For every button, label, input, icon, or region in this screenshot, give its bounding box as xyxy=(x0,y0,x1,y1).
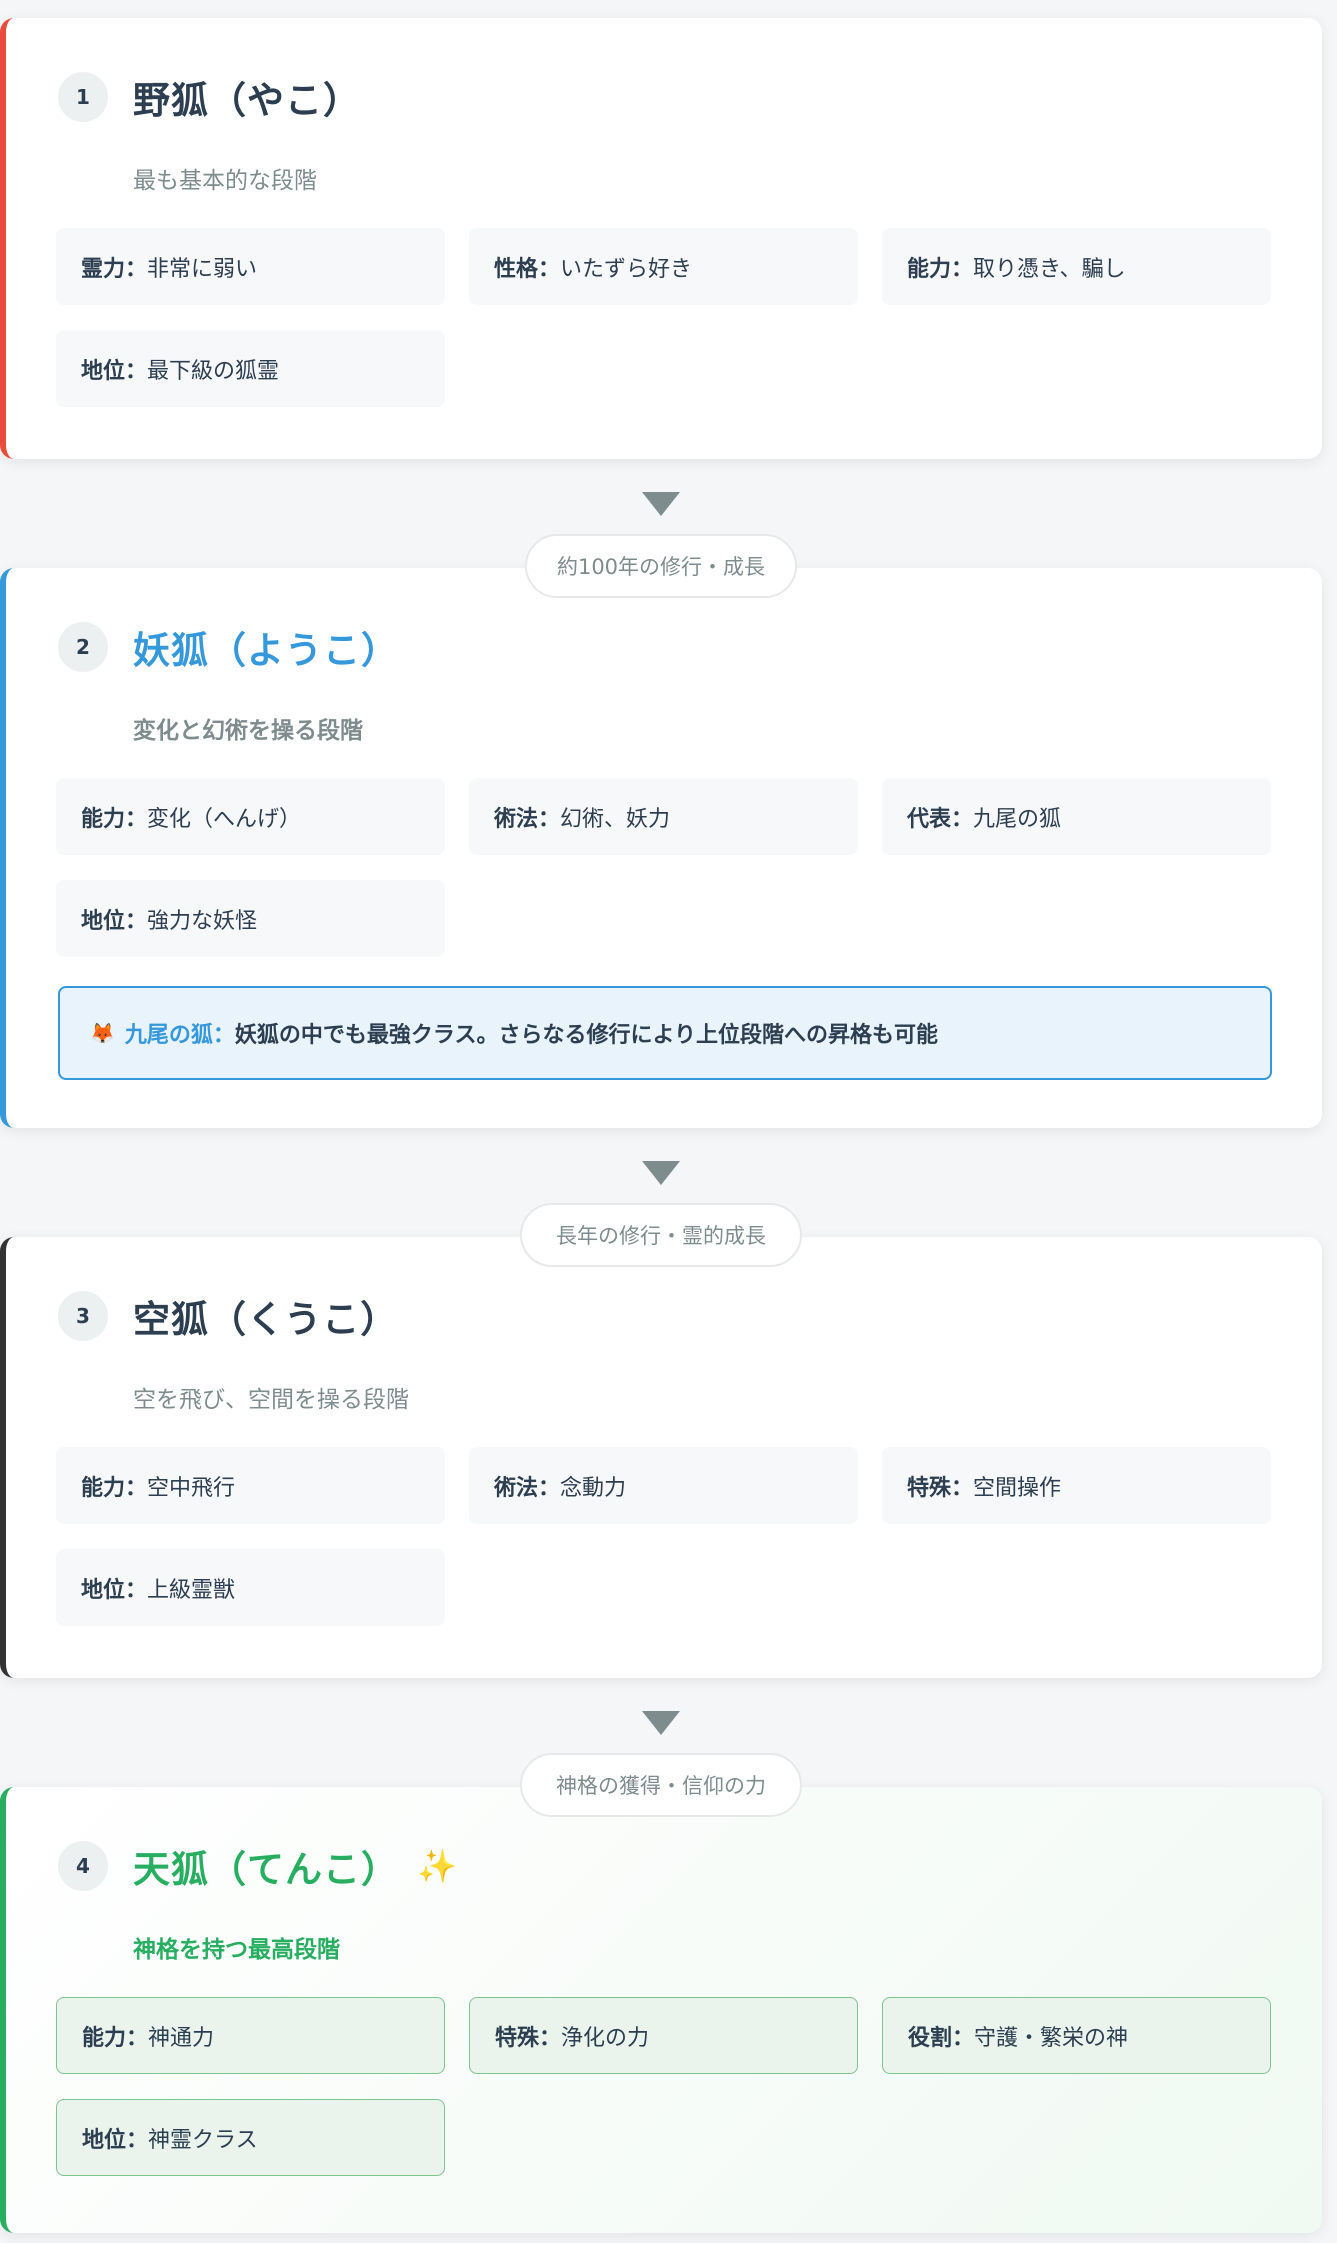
attribute-value: 空中飛行 xyxy=(147,1475,236,1501)
attribute-grid: 能力： 神通力 特殊： 浄化の力 役割： 守護・繁栄の神 地位： 神霊クラス xyxy=(56,1997,1272,2176)
attribute-value: いたずら好き xyxy=(560,256,693,282)
attribute-item: 役割： 守護・繁栄の神 xyxy=(882,1997,1271,2074)
transition-label: 長年の修行・霊的成長 xyxy=(520,1203,802,1267)
attribute-grid: 能力： 変化（へんげ） 術法： 幻術、妖力 代表： 九尾の狐 地位： 強力な妖怪 xyxy=(56,778,1272,957)
attribute-value: 変化（へんげ） xyxy=(147,806,302,832)
attribute-value: 念動力 xyxy=(560,1475,627,1501)
stage-number-badge: 1 xyxy=(58,72,108,122)
stage-subtitle: 神格を持つ最高段階 xyxy=(133,1937,340,1963)
attribute-key: 術法： xyxy=(494,1475,561,1501)
stage-subtitle: 変化と幻術を操る段階 xyxy=(133,718,363,744)
attribute-item: 地位： 上級霊獣 xyxy=(56,1549,445,1626)
note-label: 九尾の狐： xyxy=(124,1023,235,1048)
attribute-value: 神通力 xyxy=(148,2025,215,2051)
attribute-value: 九尾の狐 xyxy=(973,806,1062,832)
attribute-value: 上級霊獣 xyxy=(147,1577,236,1603)
attribute-value: 非常に弱い xyxy=(147,256,258,282)
attribute-item: 性格： いたずら好き xyxy=(469,228,858,305)
transition-label: 神格の獲得・信仰の力 xyxy=(520,1753,802,1817)
attribute-item: 地位： 最下級の狐霊 xyxy=(56,330,445,407)
attribute-item: 代表： 九尾の狐 xyxy=(882,778,1271,855)
attribute-item: 特殊： 浄化の力 xyxy=(469,1997,858,2074)
attribute-item: 地位： 強力な妖怪 xyxy=(56,880,445,957)
attribute-key: 能力： xyxy=(82,2025,149,2051)
stage-title: 妖狐（ようこ） xyxy=(133,629,399,672)
attribute-item: 術法： 幻術、妖力 xyxy=(469,778,858,855)
note-text: 妖狐の中でも最強クラス。さらなる修行により上位段階への昇格も可能 xyxy=(234,1023,939,1048)
attribute-item: 術法： 念動力 xyxy=(469,1447,858,1524)
attribute-item: 霊力： 非常に弱い xyxy=(56,228,445,305)
stage-header: 3 空狐（くうこ） xyxy=(58,1289,398,1343)
attribute-key: 代表： xyxy=(907,806,974,832)
attribute-key: 性格： xyxy=(494,256,561,282)
attribute-item: 特殊： 空間操作 xyxy=(882,1447,1271,1524)
attribute-item: 能力： 空中飛行 xyxy=(56,1447,445,1524)
down-arrow-icon xyxy=(642,492,680,516)
nine-tailed-fox-note: 🦊 九尾の狐： 妖狐の中でも最強クラス。さらなる修行により上位段階への昇格も可能 xyxy=(58,986,1272,1080)
attribute-value: 浄化の力 xyxy=(561,2025,650,2051)
stage-card-1: 1 野狐（やこ） 最も基本的な段階 霊力： 非常に弱い 性格： いたずら好き 能力：… xyxy=(0,18,1322,459)
attribute-key: 能力： xyxy=(81,1475,148,1501)
attribute-key: 地位： xyxy=(81,358,148,384)
stage-header: 1 野狐（やこ） xyxy=(58,70,361,124)
attribute-key: 特殊： xyxy=(907,1475,974,1501)
attribute-item: 能力： 取り憑き、騙し xyxy=(882,228,1271,305)
attribute-value: 守護・繁栄の神 xyxy=(974,2025,1129,2051)
attribute-key: 能力： xyxy=(81,806,148,832)
attribute-grid: 霊力： 非常に弱い 性格： いたずら好き 能力： 取り憑き、騙し 地位： 最下級の狐霊 xyxy=(56,228,1272,407)
attribute-key: 役割： xyxy=(908,2025,975,2051)
down-arrow-icon xyxy=(642,1711,680,1735)
stage-number-badge: 4 xyxy=(58,1841,108,1891)
attribute-value: 取り憑き、騙し xyxy=(973,256,1126,282)
attribute-value: 神霊クラス xyxy=(148,2127,258,2153)
stage-card-3: 3 空狐（くうこ） 空を飛び、空間を操る段階 能力： 空中飛行 術法： 念動力 特殊… xyxy=(0,1237,1322,1678)
attribute-item: 地位： 神霊クラス xyxy=(56,2099,445,2176)
stage-card-4: 4 天狐（てんこ） ✨ 神格を持つ最高段階 能力： 神通力 特殊： 浄化の力 役割：… xyxy=(0,1787,1322,2233)
stage-number-badge: 2 xyxy=(58,622,108,672)
transition-label: 約100年の修行・成長 xyxy=(525,534,797,598)
attribute-key: 地位： xyxy=(82,2127,149,2153)
stage-subtitle: 最も基本的な段階 xyxy=(133,168,317,194)
attribute-key: 霊力： xyxy=(81,256,148,282)
stage-header: 4 天狐（てんこ） ✨ xyxy=(58,1839,457,1893)
attribute-key: 特殊： xyxy=(495,2025,562,2051)
attribute-value: 強力な妖怪 xyxy=(147,908,258,934)
attribute-item: 能力： 神通力 xyxy=(56,1997,445,2074)
stage-header: 2 妖狐（ようこ） xyxy=(58,620,399,674)
sparkles-icon: ✨ xyxy=(417,1847,457,1885)
attribute-value: 幻術、妖力 xyxy=(560,806,671,832)
fox-icon: 🦊 xyxy=(90,1021,115,1045)
attribute-key: 術法： xyxy=(494,806,561,832)
down-arrow-icon xyxy=(642,1161,680,1185)
stage-title: 天狐（てんこ） xyxy=(133,1848,399,1891)
attribute-key: 能力： xyxy=(907,256,974,282)
stage-subtitle: 空を飛び、空間を操る段階 xyxy=(133,1387,409,1413)
stage-number-badge: 3 xyxy=(58,1291,108,1341)
attribute-item: 能力： 変化（へんげ） xyxy=(56,778,445,855)
attribute-grid: 能力： 空中飛行 術法： 念動力 特殊： 空間操作 地位： 上級霊獣 xyxy=(56,1447,1272,1626)
stage-title: 野狐（やこ） xyxy=(133,79,361,122)
stage-card-2: 2 妖狐（ようこ） 変化と幻術を操る段階 能力： 変化（へんげ） 術法： 幻術、妖力… xyxy=(0,568,1322,1128)
attribute-key: 地位： xyxy=(81,908,148,934)
attribute-key: 地位： xyxy=(81,1577,148,1603)
attribute-value: 空間操作 xyxy=(973,1475,1062,1501)
stage-title: 空狐（くうこ） xyxy=(133,1298,399,1341)
attribute-value: 最下級の狐霊 xyxy=(147,358,280,384)
